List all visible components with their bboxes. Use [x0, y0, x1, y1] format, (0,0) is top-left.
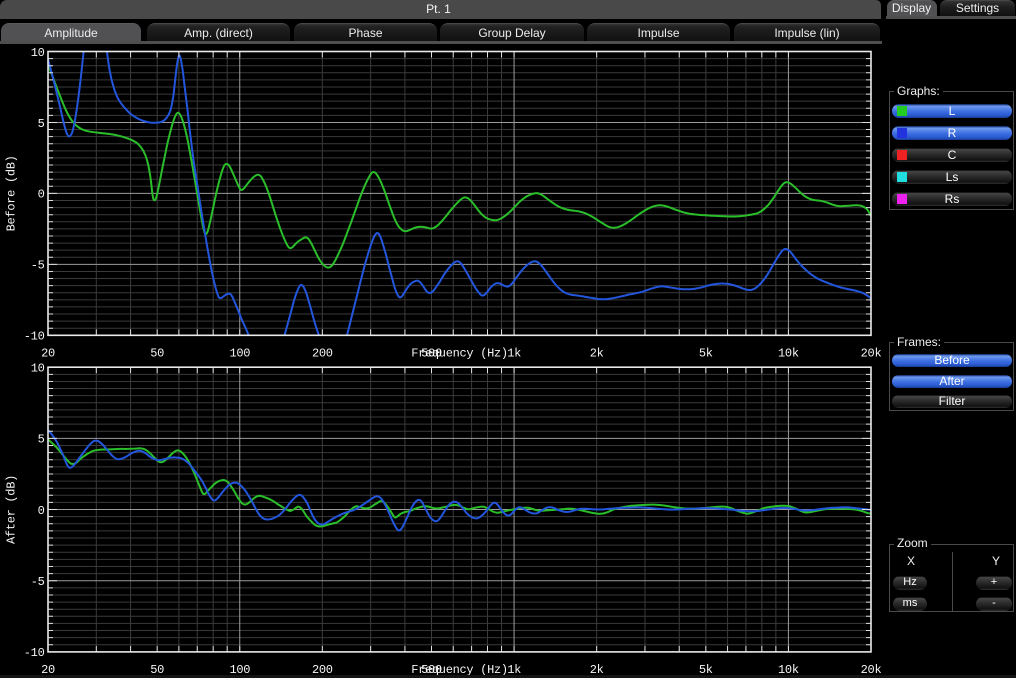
svg-text:-10: -10 [24, 330, 45, 344]
svg-text:100: 100 [229, 346, 250, 360]
svg-text:10: 10 [31, 46, 45, 60]
svg-text:50: 50 [150, 346, 164, 360]
svg-text:200: 200 [312, 346, 333, 360]
svg-text:1k: 1k [507, 346, 521, 360]
svg-text:-5: -5 [31, 259, 45, 273]
svg-text:Before (dB): Before (dB) [5, 155, 19, 231]
svg-text:-10: -10 [24, 646, 45, 660]
svg-text:Frequency (Hz): Frequency (Hz) [411, 346, 508, 360]
svg-text:10: 10 [31, 362, 45, 376]
svg-text:10k: 10k [778, 346, 799, 360]
svg-text:20: 20 [41, 346, 55, 360]
svg-text:0: 0 [38, 188, 45, 202]
svg-text:20k: 20k [861, 346, 882, 360]
svg-text:2k: 2k [590, 346, 604, 360]
svg-text:5: 5 [38, 117, 45, 131]
svg-text:After (dB): After (dB) [5, 475, 19, 544]
svg-text:5k: 5k [699, 346, 713, 360]
svg-text:0: 0 [38, 504, 45, 518]
svg-text:-5: -5 [31, 575, 45, 589]
svg-text:5: 5 [38, 433, 45, 447]
